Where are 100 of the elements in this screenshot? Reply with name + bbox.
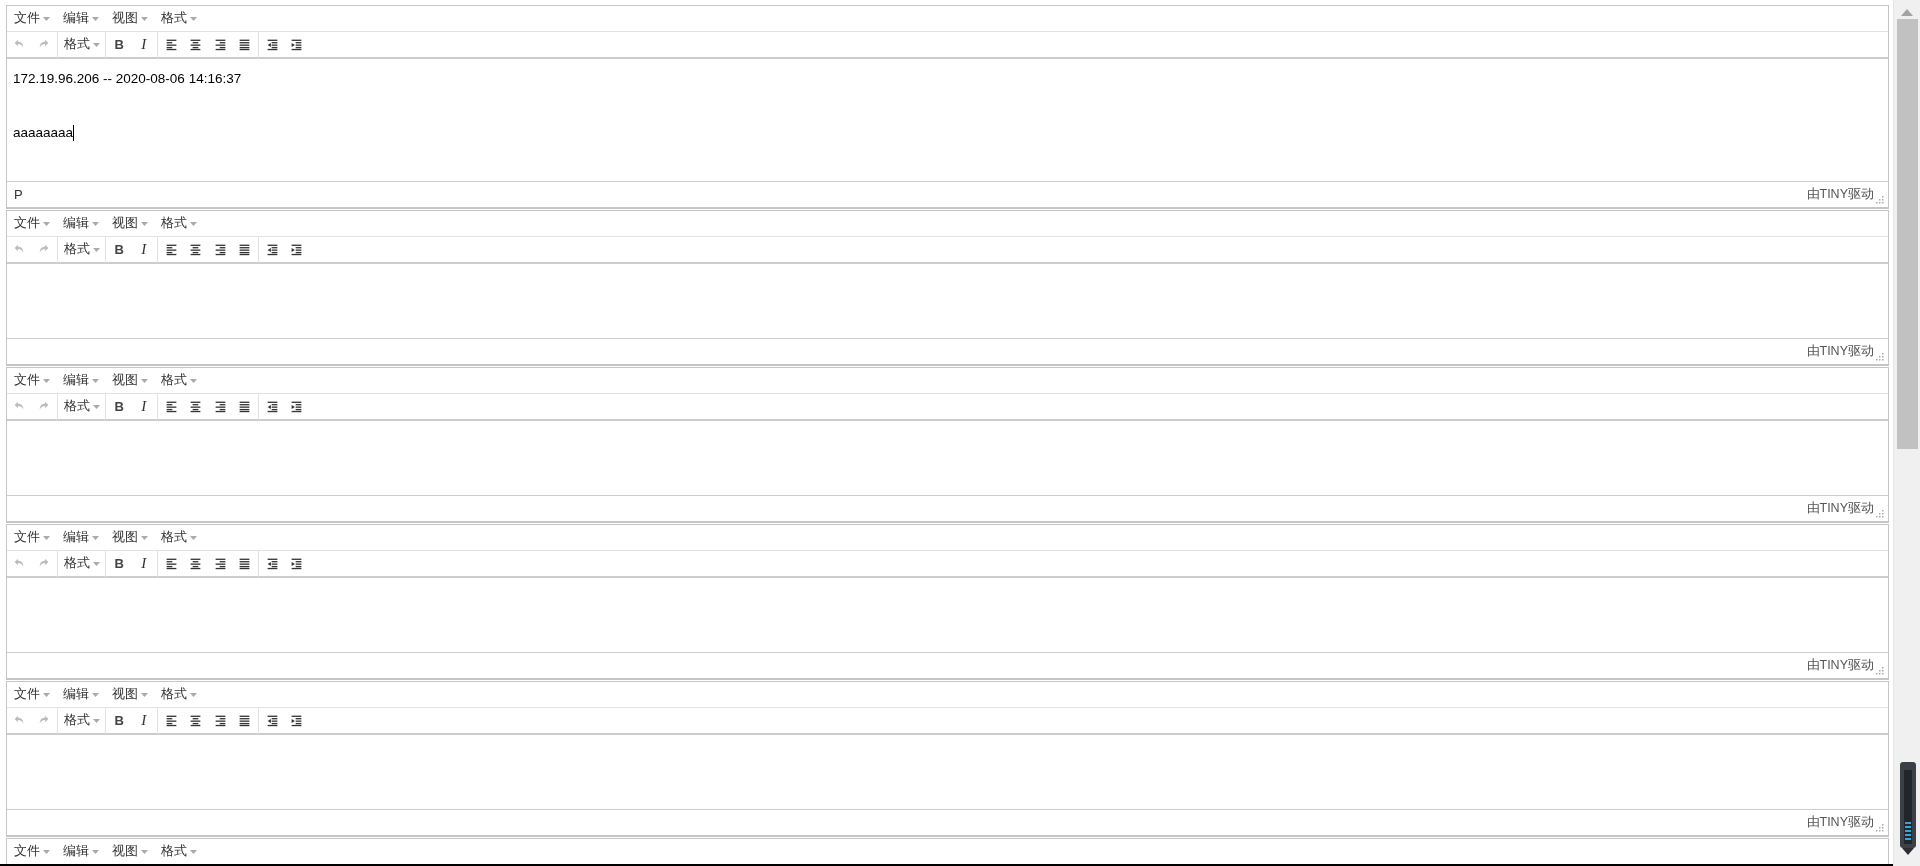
menu-item[interactable]: 格式: [155, 6, 204, 31]
bold-button[interactable]: B: [107, 32, 132, 57]
format-dropdown[interactable]: 格式: [59, 551, 104, 576]
bold-button[interactable]: B: [107, 237, 132, 262]
menu-item[interactable]: 格式: [155, 525, 204, 550]
outdent-icon: [265, 714, 279, 727]
menu-item[interactable]: 编辑: [57, 682, 106, 707]
justify-icon: [238, 243, 252, 256]
branding-link[interactable]: 由TINY驱动: [1806, 813, 1874, 832]
bold-button[interactable]: B: [107, 708, 132, 733]
italic-button[interactable]: I: [131, 237, 156, 262]
align-right-icon: [213, 243, 227, 256]
resize-handle-icon[interactable]: [1876, 509, 1884, 518]
branding-link[interactable]: 由TINY驱动: [1806, 656, 1874, 675]
indent-icon: [290, 243, 304, 256]
menu-item[interactable]: 编辑: [57, 211, 106, 236]
caret-icon: [141, 378, 148, 383]
caret-icon: [43, 378, 50, 383]
resize-handle-icon[interactable]: [1876, 666, 1884, 675]
menu-item[interactable]: 编辑: [57, 368, 106, 393]
paragraph-text: aaaaaaaa: [13, 125, 74, 140]
caret-icon: [141, 16, 148, 21]
menu-item[interactable]: 格式: [155, 368, 204, 393]
scrollbar-thumb[interactable]: [1896, 19, 1918, 449]
bold-button[interactable]: B: [107, 551, 132, 576]
align-left-icon: [164, 400, 178, 413]
indent-icon: [290, 400, 304, 413]
align-right-icon: [213, 38, 227, 51]
scrollbar[interactable]: [1893, 0, 1920, 866]
caret-icon: [190, 221, 197, 226]
outdent-icon: [265, 400, 279, 413]
branding-link[interactable]: 由TINY驱动: [1806, 499, 1874, 518]
caret-icon: [43, 535, 50, 540]
outdent-icon: [265, 243, 279, 256]
menu-item[interactable]: 格式: [155, 839, 204, 864]
align-center-icon: [189, 38, 203, 51]
caret-icon: [93, 404, 100, 409]
justify-icon: [238, 714, 252, 727]
caret-icon: [141, 692, 148, 697]
menu-item[interactable]: 编辑: [57, 6, 106, 31]
level-meter-icon: [1899, 762, 1917, 856]
caret-icon: [43, 849, 50, 854]
format-dropdown[interactable]: 格式: [59, 394, 104, 419]
caret-icon: [190, 378, 197, 383]
element-path[interactable]: P: [14, 184, 23, 205]
menu-item[interactable]: 视图: [106, 682, 155, 707]
menu-item[interactable]: 文件: [8, 682, 57, 707]
menu-item[interactable]: 格式: [155, 211, 204, 236]
editor-area[interactable]: 172.19.96.206 -- 2020-08-06 14:16:37 aaaaaaaa: [7, 59, 1888, 181]
resize-handle-icon[interactable]: [1876, 352, 1884, 361]
menu-item[interactable]: 视图: [106, 6, 155, 31]
caret-icon: [190, 16, 197, 21]
caret-icon: [92, 849, 99, 854]
menu-item[interactable]: 文件: [8, 525, 57, 550]
caret-icon: [43, 16, 50, 21]
menu-item[interactable]: 文件: [8, 211, 57, 236]
menu-item[interactable]: 视图: [106, 211, 155, 236]
outdent-icon: [265, 38, 279, 51]
resize-handle-icon[interactable]: [1876, 195, 1884, 204]
caret-icon: [190, 692, 197, 697]
italic-button[interactable]: I: [131, 708, 156, 733]
caret-icon: [141, 535, 148, 540]
caret-icon: [190, 535, 197, 540]
menu-item[interactable]: 视图: [106, 839, 155, 864]
align-right-icon: [213, 400, 227, 413]
caret-icon: [141, 221, 148, 226]
justify-icon: [238, 400, 252, 413]
justify-icon: [238, 557, 252, 570]
caret-icon: [92, 535, 99, 540]
caret-icon: [43, 221, 50, 226]
italic-button[interactable]: I: [131, 551, 156, 576]
caret-icon: [92, 378, 99, 383]
format-dropdown[interactable]: 格式: [59, 237, 104, 262]
bold-button[interactable]: B: [107, 394, 132, 419]
italic-button[interactable]: I: [131, 32, 156, 57]
caret-icon: [93, 247, 100, 252]
menu-item[interactable]: 视图: [106, 368, 155, 393]
menu-item[interactable]: 视图: [106, 525, 155, 550]
menu-item[interactable]: 编辑: [57, 839, 106, 864]
align-center-icon: [189, 400, 203, 413]
caret-icon: [141, 849, 148, 854]
paragraph-text: 172.19.96.206 -- 2020-08-06 14:16:37: [13, 71, 242, 86]
resize-handle-icon[interactable]: [1876, 823, 1884, 832]
align-right-icon: [213, 557, 227, 570]
branding-link[interactable]: 由TINY驱动: [1806, 185, 1874, 204]
menu-item[interactable]: 格式: [155, 682, 204, 707]
align-left-icon: [164, 714, 178, 727]
align-center-icon: [189, 714, 203, 727]
format-dropdown[interactable]: 格式: [59, 32, 104, 57]
menu-item[interactable]: 编辑: [57, 525, 106, 550]
format-dropdown[interactable]: 格式: [59, 708, 104, 733]
caret-icon: [43, 692, 50, 697]
justify-icon: [238, 38, 252, 51]
menu-item[interactable]: 文件: [8, 368, 57, 393]
menu-item[interactable]: 文件: [8, 839, 57, 864]
menu-item[interactable]: 文件: [8, 6, 57, 31]
branding-link[interactable]: 由TINY驱动: [1806, 342, 1874, 361]
align-left-icon: [164, 38, 178, 51]
align-right-icon: [213, 714, 227, 727]
italic-button[interactable]: I: [131, 394, 156, 419]
